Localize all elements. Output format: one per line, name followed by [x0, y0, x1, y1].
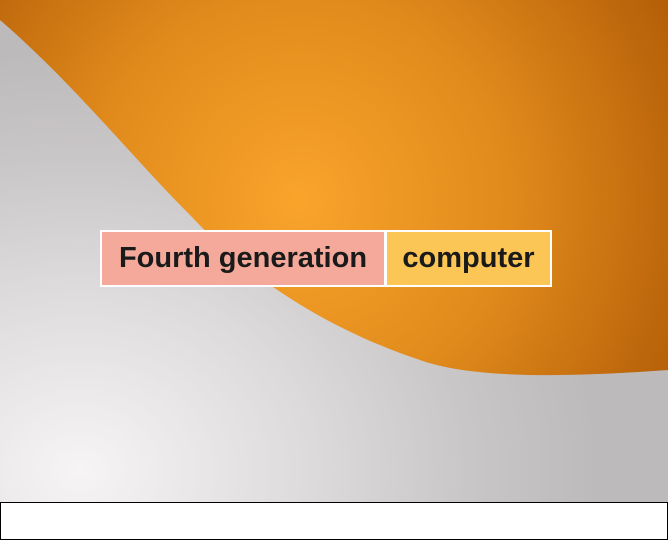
- slide-title: Fourth generation computer: [100, 230, 552, 287]
- title-part-fourth-generation: Fourth generation: [100, 230, 386, 287]
- caption-bar: [0, 502, 668, 540]
- title-part-computer: computer: [385, 230, 552, 287]
- slide: Fourth generation computer: [0, 0, 668, 502]
